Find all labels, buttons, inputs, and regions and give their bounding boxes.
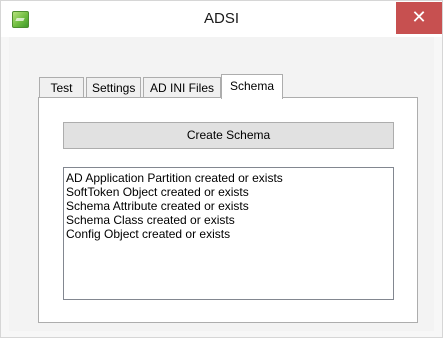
tab-settings[interactable]: Settings — [86, 77, 141, 98]
list-item[interactable]: Schema Class created or exists — [66, 213, 391, 227]
window-title: ADSI — [203, 10, 239, 27]
list-item[interactable]: SoftToken Object created or exists — [66, 185, 391, 199]
list-item[interactable]: Schema Attribute created or exists — [66, 199, 391, 213]
schema-log-listbox[interactable]: AD Application Partition created or exis… — [63, 167, 394, 300]
close-icon: ✕ — [411, 7, 427, 27]
adsi-window: ADSI ✕ Test Settings AD INI Files Schema… — [0, 0, 443, 338]
close-button[interactable]: ✕ — [396, 2, 442, 34]
list-item[interactable]: AD Application Partition created or exis… — [66, 171, 391, 185]
tab-ad-ini-files[interactable]: AD INI Files — [143, 77, 221, 98]
list-item[interactable]: Config Object created or exists — [66, 227, 391, 241]
create-schema-button[interactable]: Create Schema — [63, 122, 394, 149]
title-bar[interactable]: ADSI ✕ — [1, 1, 442, 37]
tab-schema[interactable]: Schema — [221, 74, 283, 99]
tab-test[interactable]: Test — [39, 77, 84, 98]
